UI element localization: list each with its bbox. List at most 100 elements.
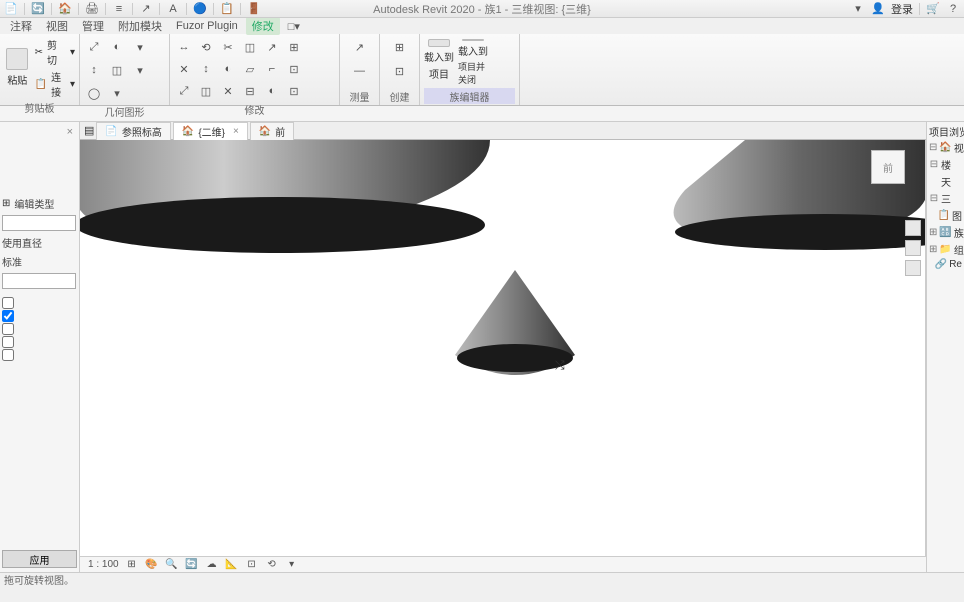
join-button[interactable]: 📋 连接 ▾ [35,69,75,99]
geom-tool[interactable]: ▾ [130,37,150,57]
tab-modify[interactable]: 修改 [246,17,280,35]
modify-tool[interactable]: ↕ [196,59,216,79]
view-tab-front[interactable]: 🏠 前 [250,122,294,140]
modify-tool[interactable]: ◐ [262,81,282,101]
geom-tool[interactable]: ▾ [107,83,127,103]
apply-button[interactable]: 应用 [2,550,77,568]
help-icon[interactable]: ? [946,2,960,16]
geom-tool[interactable]: ▾ [130,60,150,80]
modify-tool[interactable]: ⊡ [284,81,304,101]
modify-tool[interactable]: ⊟ [240,81,260,101]
tab-manage[interactable]: 管理 [76,17,110,35]
load-close-icon [462,39,484,41]
panel-label: 测量 [344,88,375,104]
qat-text-icon[interactable]: A [166,2,180,16]
search-dropdown-icon[interactable]: ▾ [851,2,865,16]
create-tool[interactable]: ⊡ [390,61,410,81]
modify-tool[interactable]: ↗ [262,37,282,57]
tree-item[interactable]: 🔗Re [929,258,962,271]
check-3[interactable] [2,336,14,348]
qat-clip-icon[interactable]: 📋 [220,2,234,16]
vc-icon[interactable]: ☁ [205,558,219,572]
tab-addins[interactable]: 附加模块 [112,17,168,35]
qat-file-icon[interactable]: 📄 [4,2,18,16]
load-into-project-button[interactable]: 载入到 项目 [424,37,454,81]
user-icon[interactable]: 👤 [871,2,885,16]
qat-menu-icon[interactable]: ≡ [112,2,126,16]
check-0[interactable] [2,297,14,309]
qat-home-icon[interactable]: 🏠 [58,2,72,16]
geom-tool[interactable]: ◯ [84,83,104,103]
scale-value[interactable]: 1 : 100 [88,559,119,570]
nav-tool[interactable] [905,240,921,256]
measure-tool[interactable]: ↗ [350,37,370,57]
vc-icon[interactable]: ⟲ [265,558,279,572]
geom-tool[interactable]: ◐ [107,37,127,57]
cut-button[interactable]: ✂ 剪切 ▾ [35,37,75,67]
nav-tool[interactable] [905,260,921,276]
check-1[interactable] [2,310,14,322]
tree-item[interactable]: 📋图 [929,207,962,224]
check-2[interactable] [2,323,14,335]
load-close-button[interactable]: 载入到 项目并关闭 [458,37,488,81]
modify-tool[interactable]: ▱ [240,59,260,79]
modify-tool[interactable]: ⤢ [174,81,194,101]
qat-undo-icon[interactable]: 🔄 [31,2,45,16]
modify-tool[interactable]: ⌐ [262,59,282,79]
tab-view[interactable]: 视图 [40,17,74,35]
modify-tool[interactable]: ◐ [218,59,238,79]
qat-circle-icon[interactable]: 🔵 [193,2,207,16]
check-4[interactable] [2,349,14,361]
tab-icon: 🏠 [182,126,194,137]
modify-tool[interactable]: ◫ [240,37,260,57]
view-tab-ref-level[interactable]: 📄 参照标高 [96,122,170,140]
close-panel-icon[interactable]: × [2,126,77,138]
qat-arrow-icon[interactable]: ↗ [139,2,153,16]
cart-icon[interactable]: 🛒 [926,2,940,16]
status-text: 拖可旋转视图。 [4,572,74,587]
modify-tool[interactable]: ✂ [218,37,238,57]
tree-item[interactable]: 天 [929,173,962,190]
modify-tool[interactable]: ⊞ [284,37,304,57]
tree-item[interactable]: ⊞📁组 [929,241,962,258]
vc-icon[interactable]: ▾ [285,558,299,572]
modify-tool[interactable]: ⊡ [284,59,304,79]
vc-icon[interactable]: 🎨 [145,558,159,572]
view-tab-3d[interactable]: 🏠 {二维} × [173,122,248,140]
tree-item[interactable]: ⊞🔠族 [929,224,962,241]
tab-annotate[interactable]: 注释 [4,17,38,35]
tab-extra[interactable]: □▾ [282,19,306,34]
vc-icon[interactable]: ⊡ [245,558,259,572]
modify-tool[interactable]: ↔ [174,37,194,57]
vc-icon[interactable]: 🔍 [165,558,179,572]
tree-item[interactable]: ⊟楼 [929,156,962,173]
modify-tool[interactable]: ◫ [196,81,216,101]
tree-item[interactable]: ⊟🏠视 [929,139,962,156]
tab-fuzor[interactable]: Fuzor Plugin [170,19,244,33]
tab-close-icon[interactable]: × [229,126,239,137]
tab-list-icon[interactable]: ▤ [84,124,94,137]
modify-tool[interactable]: ⟲ [196,37,216,57]
modify-tool[interactable]: ✕ [174,59,194,79]
paste-button[interactable]: 粘贴 [4,46,31,90]
create-tool[interactable]: ⊞ [390,37,410,57]
vc-icon[interactable]: 📐 [225,558,239,572]
property-input-1[interactable] [2,215,76,231]
geom-tool[interactable]: ⤢ [84,37,104,57]
view-cube[interactable]: 前 [871,150,905,184]
qat-print-icon[interactable]: 🖨 [85,2,99,16]
property-input-2[interactable] [2,273,76,289]
drawing-canvas[interactable]: ⤭ 前 [80,140,926,556]
qat-door-icon[interactable]: 🚪 [247,2,261,16]
login-label[interactable]: 登录 [891,1,913,17]
vc-icon[interactable]: ⊞ [125,558,139,572]
measure-tool[interactable]: — [350,61,370,81]
modify-tool[interactable]: ✕ [218,81,238,101]
geom-tool[interactable]: ◫ [107,60,127,80]
tree-item[interactable]: ⊟三 [929,190,962,207]
geom-tool[interactable]: ↕ [84,60,104,80]
cursor-icon: ⤭ [555,358,565,373]
edit-type-row[interactable]: ⊞ 编辑类型 [2,196,77,211]
nav-tool[interactable] [905,220,921,236]
vc-icon[interactable]: 🔄 [185,558,199,572]
